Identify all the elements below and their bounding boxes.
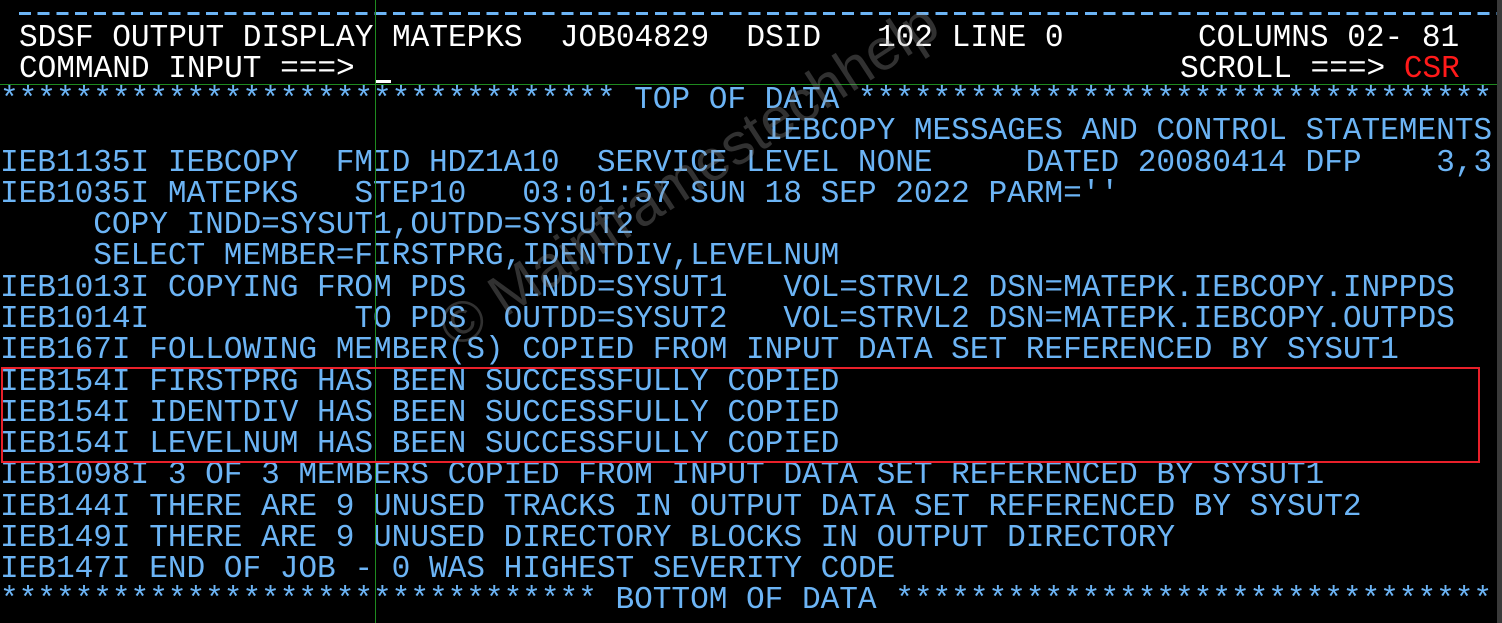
- output-line: IEB1035I MATEPKS STEP10 03:01:57 SUN 18 …: [0, 177, 1120, 212]
- scroll-label: SCROLL ===>: [1180, 52, 1386, 87]
- crosshair-vertical-line: [375, 0, 376, 623]
- job-name: MATEPKS: [392, 21, 523, 56]
- dsid-value: 102: [877, 21, 933, 56]
- line-value: 0: [1044, 21, 1064, 56]
- crosshair-horizontal-line: [0, 84, 1497, 85]
- top-of-data-marker: ********************************* TOP OF…: [0, 83, 1493, 118]
- output-line-member-copied: IEB154I LEVELNUM HAS BEEN SUCCESSFULLY C…: [0, 427, 840, 462]
- scroll-indicator: SCROLL ===> CSR: [1180, 54, 1460, 85]
- header-dash-separator: [19, 12, 1497, 15]
- columns-label: COLUMNS: [1198, 21, 1329, 56]
- columns-value: 02- 81: [1347, 21, 1460, 56]
- output-line: IEB149I THERE ARE 9 UNUSED DIRECTORY BLO…: [0, 521, 1175, 556]
- command-input-field[interactable]: [376, 55, 1156, 83]
- output-line-member-copied: IEB154I FIRSTPRG HAS BEEN SUCCESSFULLY C…: [0, 365, 840, 400]
- output-line: SELECT MEMBER=FIRSTPRG,IDENTDIV,LEVELNUM: [0, 239, 840, 274]
- sdsf-terminal-screen: SDSF OUTPUT DISPLAY MATEPKS JOB04829 DSI…: [0, 0, 1497, 623]
- panel-title: SDSF OUTPUT DISPLAY: [19, 21, 374, 56]
- job-id: JOB04829: [559, 21, 710, 56]
- output-line: IEBCOPY MESSAGES AND CONTROL STATEMENTS: [0, 114, 1493, 149]
- output-line: COPY INDD=SYSUT1,OUTDD=SYSUT2: [0, 208, 635, 243]
- output-line: IEB1098I 3 OF 3 MEMBERS COPIED FROM INPU…: [0, 458, 1325, 493]
- output-line: IEB147I END OF JOB - 0 WAS HIGHEST SEVER…: [0, 552, 896, 587]
- vertical-scrollbar[interactable]: [1497, 0, 1502, 623]
- output-line: IEB144I THERE ARE 9 UNUSED TRACKS IN OUT…: [0, 490, 1362, 525]
- output-line: IEB1135I IEBCOPY FMID HDZ1A10 SERVICE LE…: [0, 146, 1493, 181]
- command-input-label: COMMAND INPUT ===>: [19, 52, 355, 87]
- columns-indicator: COLUMNS 02- 81: [1198, 23, 1459, 54]
- line-label: LINE: [951, 21, 1027, 56]
- scroll-amount-field[interactable]: CSR: [1404, 52, 1460, 87]
- output-line: IEB1014I TO PDS OUTDD=SYSUT2 VOL=STRVL2 …: [0, 302, 1455, 337]
- header-row-1: SDSF OUTPUT DISPLAY MATEPKS JOB04829 DSI…: [19, 23, 1064, 54]
- dsid-label: DSID: [746, 21, 822, 56]
- bottom-of-data-marker: ******************************** BOTTOM …: [0, 583, 1493, 618]
- output-line: IEB167I FOLLOWING MEMBER(S) COPIED FROM …: [0, 333, 1399, 368]
- output-line: IEB1013I COPYING FROM PDS INDD=SYSUT1 VO…: [0, 271, 1455, 306]
- output-line-member-copied: IEB154I IDENTDIV HAS BEEN SUCCESSFULLY C…: [0, 396, 840, 431]
